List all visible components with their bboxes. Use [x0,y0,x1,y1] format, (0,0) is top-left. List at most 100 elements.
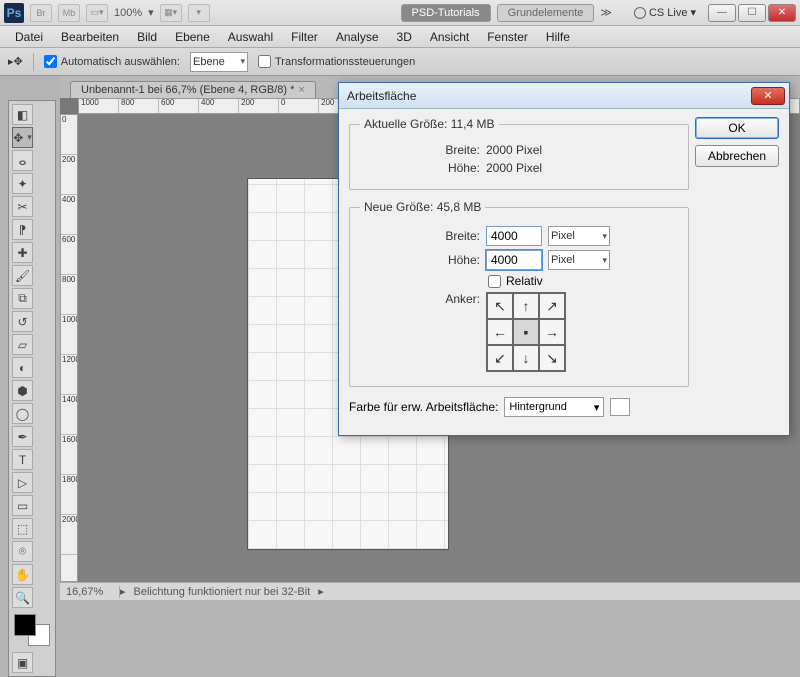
cs-live-button[interactable]: CS Live ▾ [634,6,696,19]
anchor-s[interactable]: ↓ [513,345,539,371]
anchor-n[interactable]: ↑ [513,293,539,319]
mini-bridge-button[interactable]: Mb [58,4,80,22]
new-size-legend: Neue Größe: 45,8 MB [360,200,485,214]
ext-color-swatch[interactable] [610,398,630,416]
new-height-unit-select[interactable]: Pixel [548,250,610,270]
tool-magic-wand[interactable]: ✦ [12,173,33,194]
menu-fenster[interactable]: Fenster [478,28,537,46]
arrange-button[interactable]: ▦▾ [160,4,182,22]
anchor-label: Anker: [360,292,480,306]
anchor-nw[interactable]: ↖ [487,293,513,319]
workspace-grundelemente[interactable]: Grundelemente [497,4,595,22]
anchor-e[interactable]: → [539,319,565,345]
new-width-label: Breite: [360,229,480,243]
menu-auswahl[interactable]: Auswahl [219,28,282,46]
menu-bild[interactable]: Bild [128,28,166,46]
auto-select-checkbox[interactable]: Automatisch auswählen: [44,55,180,68]
dialog-close-button[interactable]: ✕ [751,87,785,105]
new-width-input[interactable] [486,226,542,246]
document-tab[interactable]: Unbenannt-1 bei 66,7% (Ebene 4, RGB/8) *… [70,81,316,98]
anchor-sw[interactable]: ↙ [487,345,513,371]
new-height-input[interactable] [486,250,542,270]
window-minimize-button[interactable]: — [708,4,736,22]
tool-3d[interactable]: ⬚ [12,518,33,539]
fg-color-swatch[interactable] [14,614,36,636]
tool-3d-camera[interactable]: ⌾ [12,541,33,562]
menu-bearbeiten[interactable]: Bearbeiten [52,28,128,46]
menu-analyse[interactable]: Analyse [327,28,388,46]
tool-dodge[interactable]: ◯ [12,403,33,424]
status-bar: 16,67% ▸ Belichtung funktioniert nur bei… [60,582,800,600]
screen-mode-button[interactable]: ▭▾ [86,4,108,22]
canvas-size-dialog: Arbeitsfläche ✕ OK Abbrechen Aktuelle Gr… [338,82,790,436]
tool-marquee[interactable]: ◧ [12,104,33,125]
tool-eyedropper[interactable]: ⁋ [12,219,33,240]
dialog-title: Arbeitsfläche [347,89,416,103]
app-logo: Ps [4,3,24,23]
current-height-label: Höhe: [360,161,480,175]
menu-filter[interactable]: Filter [282,28,327,46]
transform-controls-checkbox[interactable]: Transformationssteuerungen [258,55,415,68]
workspace-psd-tutorials[interactable]: PSD-Tutorials [401,4,491,22]
anchor-ne[interactable]: ↗ [539,293,565,319]
ext-color-select[interactable]: Hintergrund▾ [504,397,604,417]
extras-button[interactable]: ▾ [188,4,210,22]
menu-datei[interactable]: Datei [6,28,52,46]
new-width-unit-select[interactable]: Pixel [548,226,610,246]
move-tool-icon: ▸✥ [8,55,23,68]
tool-lasso[interactable]: ⴰ [12,150,33,171]
cancel-button[interactable]: Abbrechen [695,145,779,167]
current-width-label: Breite: [360,143,480,157]
status-zoom[interactable]: 16,67% [60,586,120,598]
tool-path-select[interactable]: ▷ [12,472,33,493]
document-tab-title: Unbenannt-1 bei 66,7% (Ebene 4, RGB/8) * [81,84,294,96]
menu-ansicht[interactable]: Ansicht [421,28,478,46]
new-size-group: Neue Größe: 45,8 MB Breite: Pixel Höhe: … [349,200,689,387]
tool-stamp[interactable]: ⧉ [12,288,33,309]
anchor-grid: ↖ ↑ ↗ ← ▪ → ↙ ↓ ↘ [486,292,566,372]
ext-color-label: Farbe für erw. Arbeitsfläche: [349,400,498,414]
tool-heal[interactable]: ✚ [12,242,33,263]
current-height-value: 2000 Pixel [486,161,542,175]
relative-checkbox[interactable]: Relativ [488,274,678,288]
vertical-ruler: 0200400600800100012001400160018002000 [60,114,78,582]
anchor-se[interactable]: ↘ [539,345,565,371]
ok-button[interactable]: OK [695,117,779,139]
tool-pen[interactable]: ✒ [12,426,33,447]
tool-gradient[interactable]: ◐ [12,357,33,378]
current-size-group: Aktuelle Größe: 11,4 MB Breite: 2000 Pixe… [349,117,689,190]
anchor-center[interactable]: ▪ [513,319,539,345]
zoom-readout: 100% [114,7,142,19]
tool-shape[interactable]: ▭ [12,495,33,516]
tool-eraser[interactable]: ▱ [12,334,33,355]
tool-blur[interactable]: ⬢ [12,380,33,401]
tools-panel: ◧ ✥ ⴰ ✦ ✂ ⁋ ✚ 🖌 ⧉ ↺ ▱ ◐ ⬢ ◯ ✒ T ▷ ▭ ⬚ ⌾ … [8,100,56,677]
window-close-button[interactable]: ✕ [768,4,796,22]
menu-ebene[interactable]: Ebene [166,28,219,46]
close-tab-icon[interactable]: × [298,84,304,96]
tool-type[interactable]: T [12,449,33,470]
current-size-legend: Aktuelle Größe: 11,4 MB [360,117,499,131]
options-bar: ▸✥ Automatisch auswählen: Ebene Transfor… [0,48,800,76]
menubar: Datei Bearbeiten Bild Ebene Auswahl Filt… [0,26,800,48]
current-width-value: 2000 Pixel [486,143,542,157]
tool-crop[interactable]: ✂ [12,196,33,217]
workspace-more-icon[interactable]: ≫ [600,6,612,19]
dialog-titlebar[interactable]: Arbeitsfläche ✕ [339,83,789,109]
status-info: Belichtung funktioniert nur bei 32-Bit [126,586,319,598]
color-swatches[interactable] [12,612,52,648]
quickmask-button[interactable]: ▣ [12,652,33,673]
tool-hand[interactable]: ✋ [12,564,33,585]
menu-hilfe[interactable]: Hilfe [537,28,579,46]
bridge-button[interactable]: Br [30,4,52,22]
tool-move[interactable]: ✥ [12,127,33,148]
window-maximize-button[interactable]: ☐ [738,4,766,22]
tool-brush[interactable]: 🖌 [12,265,33,286]
status-info-dropdown-icon[interactable]: ▸ [318,585,324,598]
menu-3d[interactable]: 3D [388,28,421,46]
anchor-w[interactable]: ← [487,319,513,345]
auto-select-target-select[interactable]: Ebene [190,52,248,72]
zoom-dropdown-icon[interactable]: ▾ [148,6,154,19]
tool-zoom[interactable]: 🔍 [12,587,33,608]
tool-history-brush[interactable]: ↺ [12,311,33,332]
